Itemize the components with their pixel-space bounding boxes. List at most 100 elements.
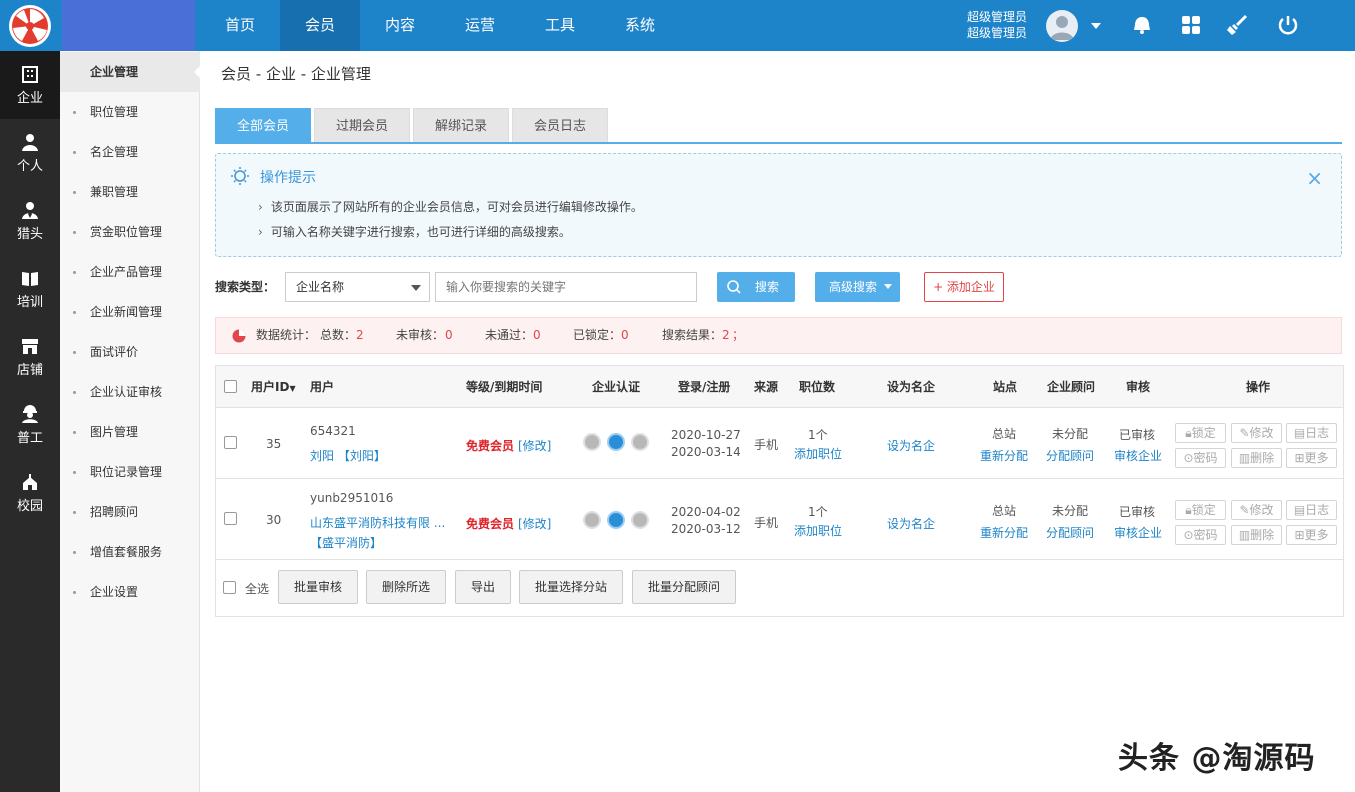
rail-label: 个人	[16, 159, 43, 174]
submenu-enterprise-manage[interactable]: 企业管理	[60, 52, 201, 92]
rail-personal[interactable]: 个人	[0, 119, 60, 187]
bulk-consultant-button[interactable]: 批量分配顾问	[632, 570, 736, 604]
submenu-enterprise-settings[interactable]: 企业设置	[60, 572, 200, 612]
row-reassign-site[interactable]: 重新分配	[980, 524, 1028, 541]
submenu-interview-review[interactable]: 面试评价	[60, 332, 200, 372]
submenu-news-manage[interactable]: 企业新闻管理	[60, 292, 200, 332]
more-button[interactable]: ⊞更多	[1286, 525, 1337, 545]
logo[interactable]	[0, 0, 60, 51]
avatar[interactable]	[1046, 10, 1078, 42]
col-login: 登录/注册	[678, 380, 731, 394]
submenu-parttime-manage[interactable]: 兼职管理	[60, 172, 200, 212]
row-company-sub[interactable]: 【盛平消防】	[310, 534, 382, 551]
export-button[interactable]: 导出	[455, 570, 511, 604]
row-level-edit[interactable]: [修改]	[518, 515, 551, 532]
nav-member[interactable]: 会员	[280, 0, 360, 51]
tab-expired-members[interactable]: 过期会员	[314, 108, 410, 143]
row-review-enterprise[interactable]: 审核企业	[1114, 447, 1162, 464]
row-checkbox[interactable]	[224, 512, 237, 525]
email-verify-icon[interactable]	[583, 511, 601, 529]
delete-selected-button[interactable]: 删除所选	[366, 570, 446, 604]
search-button[interactable]: 搜索	[717, 272, 795, 302]
submenu-product-manage[interactable]: 企业产品管理	[60, 252, 200, 292]
log-button[interactable]: ▤日志	[1286, 500, 1337, 520]
power-icon[interactable]	[1277, 14, 1299, 36]
row-jobs: 1个	[808, 505, 828, 519]
clear-cache-icon[interactable]	[1226, 14, 1248, 36]
admin-name[interactable]: 超级管理员 超级管理员	[955, 9, 1027, 41]
rail-store[interactable]: 店铺	[0, 323, 60, 391]
password-button[interactable]: ⊙密码	[1175, 525, 1226, 545]
select-all-checkbox[interactable]	[223, 581, 236, 594]
password-button[interactable]: ⊙密码	[1175, 448, 1226, 468]
apps-icon[interactable]	[1180, 14, 1202, 36]
row-reassign-site[interactable]: 重新分配	[980, 447, 1028, 464]
search-type-select[interactable]: 企业名称	[285, 272, 430, 302]
close-icon[interactable]: ×	[1306, 168, 1323, 188]
lock-button[interactable]: 🔒︎锁定	[1175, 500, 1226, 520]
stats-result: 2	[722, 328, 730, 342]
more-button[interactable]: ⊞更多	[1286, 448, 1337, 468]
row-assign-consultant[interactable]: 分配顾问	[1046, 524, 1094, 541]
select-all-label[interactable]: 全选	[245, 580, 269, 597]
tab-unbind-records[interactable]: 解绑记录	[413, 108, 509, 143]
row-company-link[interactable]: 山东盛平消防科技有限 ...	[310, 514, 445, 531]
submenu-consultant[interactable]: 招聘顾问	[60, 492, 200, 532]
lightbulb-icon	[231, 167, 249, 185]
nav-home[interactable]: 首页	[200, 0, 280, 51]
nav-content[interactable]: 内容	[360, 0, 440, 51]
row-company-link[interactable]: 刘阳 【刘阳】	[310, 447, 386, 464]
submenu-job-record[interactable]: 职位记录管理	[60, 452, 200, 492]
notification-icon[interactable]	[1131, 14, 1153, 36]
email-verify-icon[interactable]	[583, 433, 601, 451]
edit-button[interactable]: ✎修改	[1231, 500, 1282, 520]
tab-all-members[interactable]: 全部会员	[215, 108, 311, 143]
table-row: 30 yunb2951016 山东盛平消防科技有限 ... 【盛平消防】 免费会…	[216, 479, 1343, 560]
bulk-site-button[interactable]: 批量选择分站	[519, 570, 623, 604]
row-add-job[interactable]: 添加职位	[794, 445, 842, 462]
submenu-image-manage[interactable]: 图片管理	[60, 412, 200, 452]
advanced-search-button[interactable]: 高级搜索	[815, 272, 900, 302]
mobile-verify-icon[interactable]	[607, 511, 625, 529]
row-register-date: 2020-03-14	[671, 445, 741, 459]
row-jobs: 1个	[808, 428, 828, 442]
delete-button[interactable]: ▥删除	[1231, 525, 1282, 545]
license-verify-icon[interactable]	[631, 511, 649, 529]
header-checkbox[interactable]	[224, 380, 237, 393]
submenu-cert-review[interactable]: 企业认证审核	[60, 372, 200, 412]
tip-line: 可输入名称关键字进行搜索，也可进行详细的高级搜索。	[258, 223, 571, 240]
row-set-famous[interactable]: 设为名企	[887, 437, 935, 454]
submenu-value-package[interactable]: 增值套餐服务	[60, 532, 200, 572]
mobile-verify-icon[interactable]	[607, 433, 625, 451]
submenu-job-manage[interactable]: 职位管理	[60, 92, 200, 132]
row-level-edit[interactable]: [修改]	[518, 437, 551, 454]
rail-headhunter[interactable]: 猎头	[0, 187, 60, 255]
search-input[interactable]	[435, 272, 697, 302]
row-review-enterprise[interactable]: 审核企业	[1114, 524, 1162, 541]
row-checkbox[interactable]	[224, 436, 237, 449]
submenu-famous-manage[interactable]: 名企管理	[60, 132, 200, 172]
rail-enterprise[interactable]: 企业	[0, 51, 60, 119]
row-set-famous[interactable]: 设为名企	[887, 515, 935, 532]
edit-button[interactable]: ✎修改	[1231, 423, 1282, 443]
bulk-review-button[interactable]: 批量审核	[278, 570, 358, 604]
delete-button[interactable]: ▥删除	[1231, 448, 1282, 468]
nav-operation[interactable]: 运营	[440, 0, 520, 51]
lock-button[interactable]: 🔒︎锁定	[1175, 423, 1226, 443]
chevron-down-icon[interactable]	[1090, 21, 1102, 31]
add-enterprise-button[interactable]: + 添加企业	[924, 272, 1004, 302]
rail-campus[interactable]: 校园	[0, 459, 60, 527]
row-add-job[interactable]: 添加职位	[794, 522, 842, 539]
rail-worker[interactable]: 普工	[0, 391, 60, 459]
rail-training[interactable]: 培训	[0, 255, 60, 323]
tab-member-log[interactable]: 会员日志	[512, 108, 608, 143]
row-assign-consultant[interactable]: 分配顾问	[1046, 447, 1094, 464]
col-uid[interactable]: 用户ID▼	[251, 366, 296, 410]
log-button[interactable]: ▤日志	[1286, 423, 1337, 443]
nav-tools[interactable]: 工具	[520, 0, 600, 51]
nav-system[interactable]: 系统	[600, 0, 680, 51]
logo-icon	[9, 4, 51, 47]
submenu-bounty-manage[interactable]: 赏金职位管理	[60, 212, 200, 252]
license-verify-icon[interactable]	[631, 433, 649, 451]
edit-icon: ✎	[1239, 503, 1250, 517]
